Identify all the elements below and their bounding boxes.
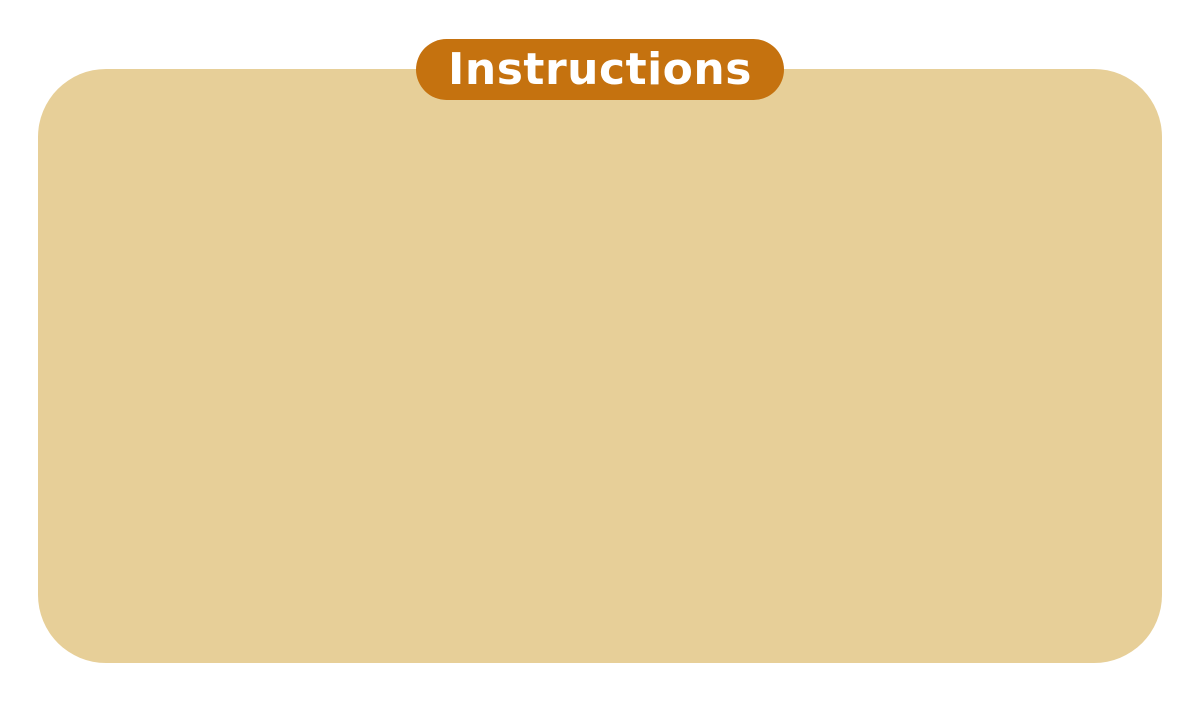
instructions-title: Instructions <box>448 43 752 95</box>
instructions-screen: Instructions <box>0 0 1201 701</box>
instructions-title-badge: Instructions <box>416 39 784 100</box>
instructions-panel <box>38 69 1162 663</box>
